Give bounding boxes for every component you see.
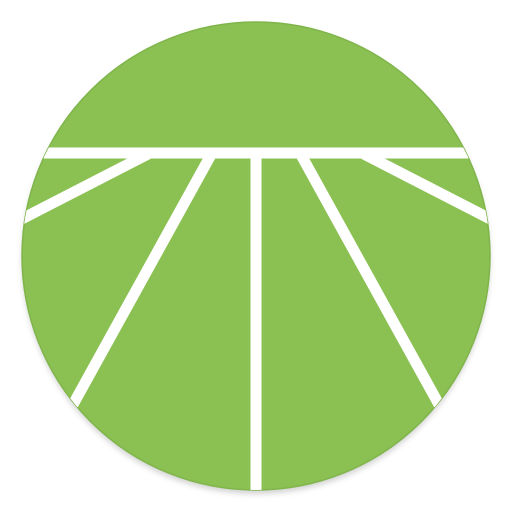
app-icon-canvas [0, 0, 512, 512]
sun-rays-field-icon [21, 21, 491, 494]
